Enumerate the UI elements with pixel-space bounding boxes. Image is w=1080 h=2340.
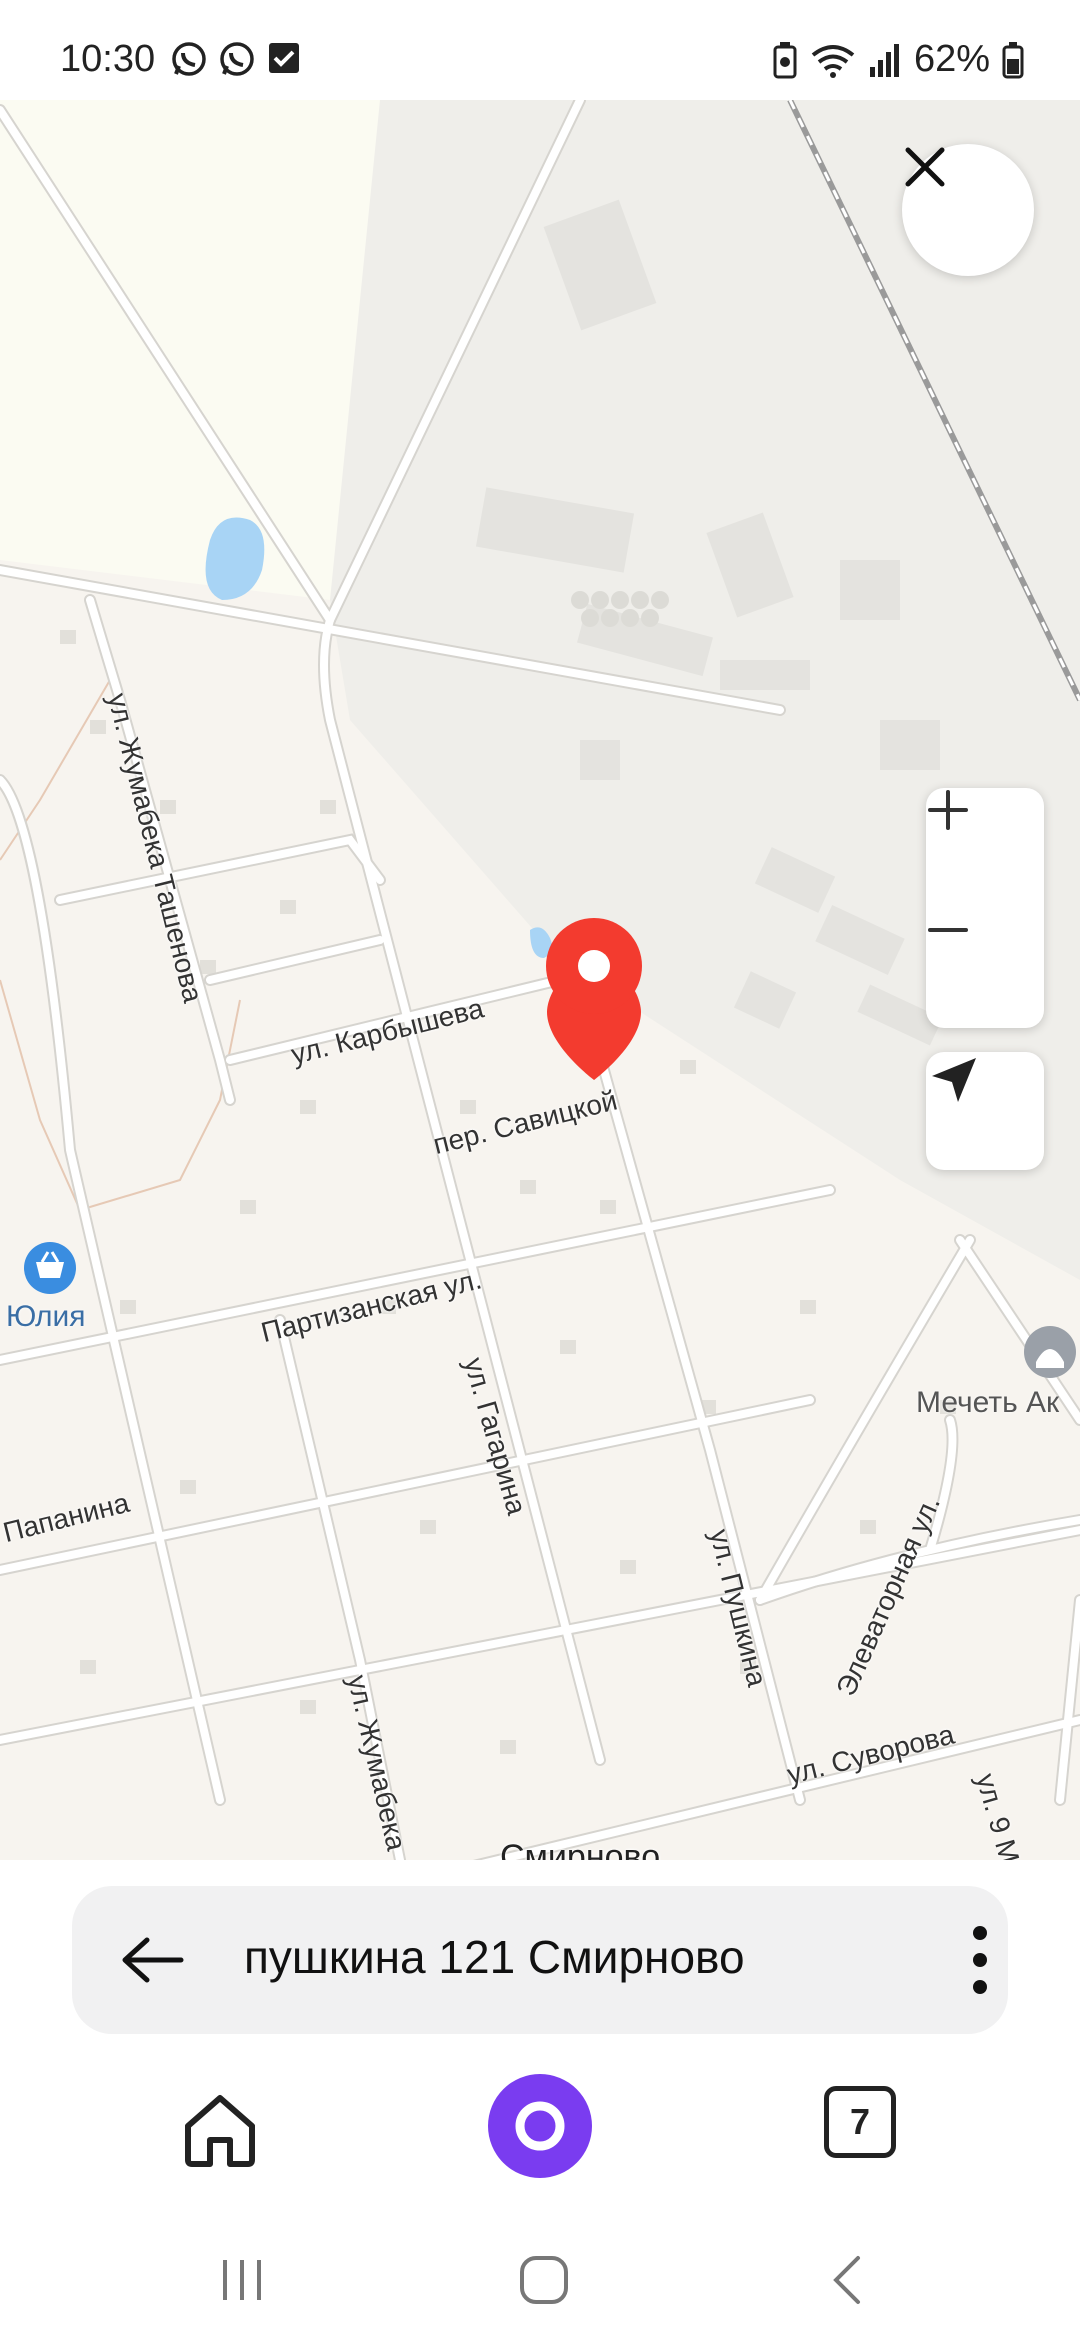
system-back-button[interactable] [818, 2250, 878, 2310]
my-location-button[interactable] [926, 1052, 1044, 1170]
arrow-left-icon [122, 1937, 184, 1983]
home-icon [185, 2095, 255, 2167]
recent-apps-button[interactable] [212, 2250, 272, 2310]
signal-icon [869, 43, 899, 77]
home-circle-icon [520, 2256, 568, 2304]
town-label: Смирново [500, 1838, 661, 1860]
tabs-button[interactable]: 7 [824, 2086, 896, 2158]
system-home-button[interactable] [514, 2250, 574, 2310]
wifi-icon [811, 44, 855, 78]
search-bar[interactable]: пушкина 121 Смирново [72, 1886, 1008, 2034]
recent-apps-icon [223, 2260, 261, 2300]
whatsapp-icon [172, 42, 206, 76]
back-button[interactable] [112, 1920, 192, 2000]
zoom-in-button[interactable] [926, 788, 1044, 908]
status-bar: 10:30 62% [0, 0, 1080, 100]
whatsapp-icon [220, 42, 254, 76]
navigation-arrow-icon [932, 1058, 976, 1102]
more-options-button[interactable] [960, 1916, 1000, 2004]
zoom-controls [926, 788, 1044, 1028]
search-query[interactable]: пушкина 121 Смирново [244, 1930, 745, 1984]
check-box-icon [269, 43, 299, 73]
minus-icon [928, 928, 968, 932]
system-navigation-bar [0, 2220, 1080, 2340]
battery-saver-icon [773, 41, 797, 78]
zoom-out-button[interactable] [926, 908, 1044, 1028]
location-marker[interactable] [546, 918, 642, 1080]
map-canvas[interactable] [0, 100, 1080, 1860]
close-icon [905, 147, 945, 187]
alice-icon [515, 2101, 565, 2151]
battery-icon [1002, 41, 1024, 78]
shop-poi-icon[interactable] [24, 1242, 76, 1294]
mosque-poi-icon[interactable] [1024, 1326, 1076, 1378]
mosque-poi-label[interactable]: Мечеть Ак [916, 1386, 1059, 1420]
battery-percent: 62% [913, 38, 990, 80]
map-view[interactable]: ул. Жумабека Ташенова ул. Карбышева пер.… [0, 100, 1080, 1860]
back-chevron-icon [833, 2256, 860, 2304]
alice-assistant-button[interactable] [488, 2074, 592, 2178]
plus-icon [928, 790, 968, 830]
shop-poi-label[interactable]: Юлия [6, 1300, 85, 1334]
home-button[interactable] [172, 2082, 268, 2178]
close-button[interactable] [902, 144, 1034, 276]
status-time: 10:30 [60, 38, 156, 80]
more-vertical-icon [973, 1926, 987, 1994]
